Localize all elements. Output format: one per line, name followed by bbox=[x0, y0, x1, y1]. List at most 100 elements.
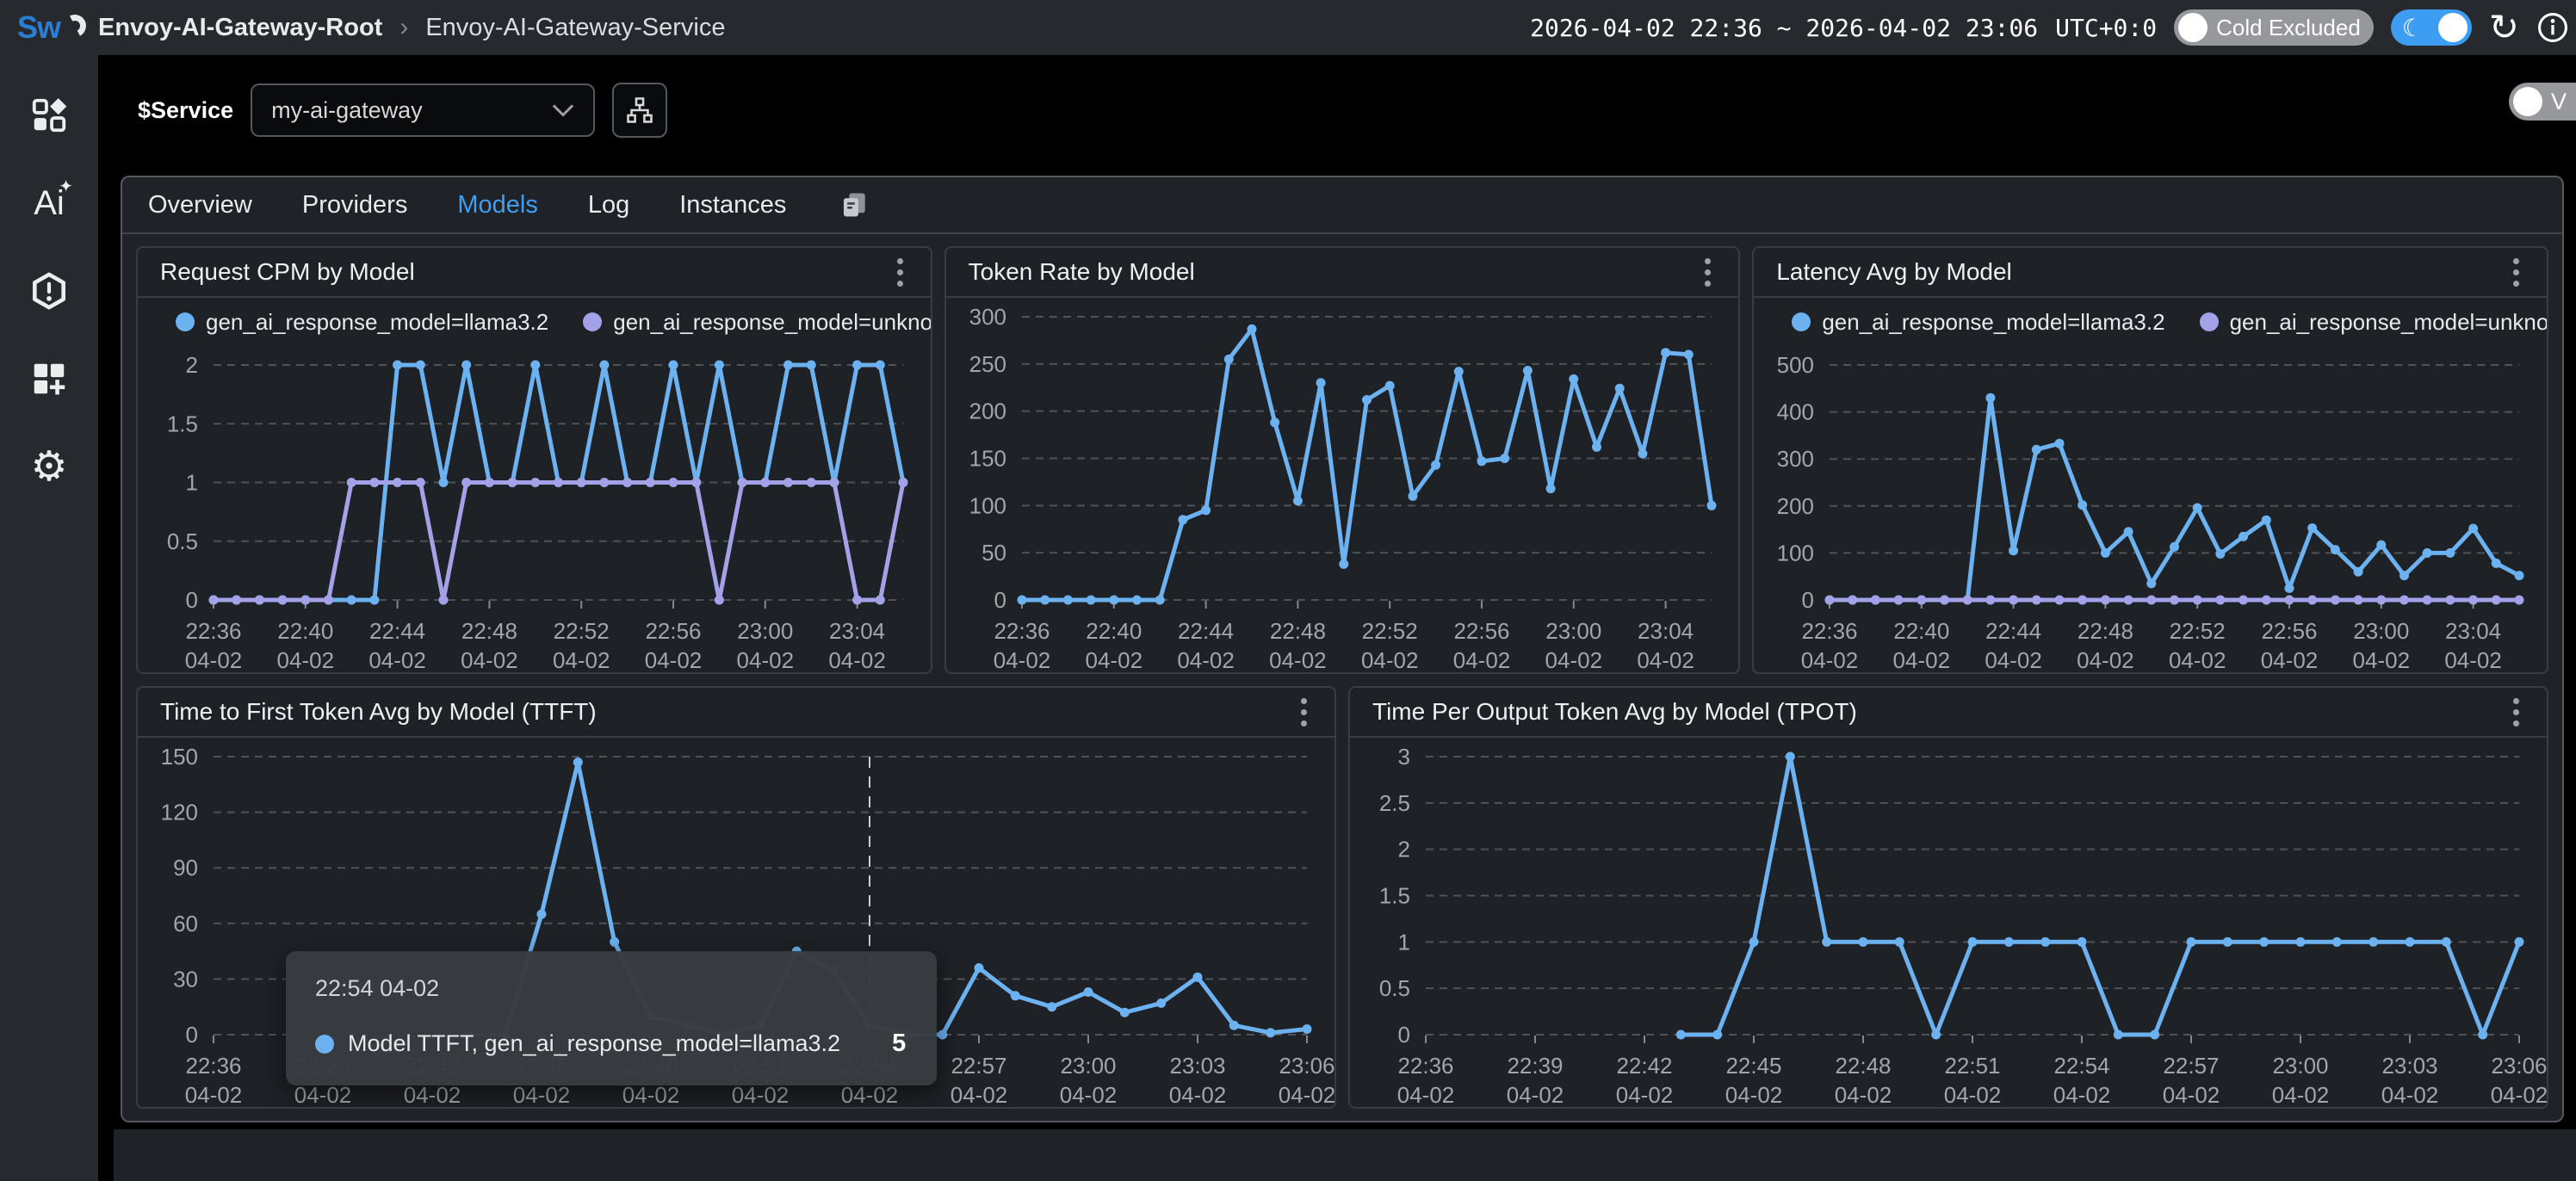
data-point bbox=[1316, 378, 1325, 387]
legend-item[interactable]: gen_ai_response_model=llama3.2 bbox=[176, 309, 548, 336]
data-point bbox=[1940, 596, 1949, 605]
token-rate-chart[interactable]: 05010015020025030022:3604-0222:4004-0222… bbox=[946, 298, 1739, 672]
svg-text:04-02: 04-02 bbox=[1725, 1082, 1783, 1107]
chart-tooltip: 22:54 04-02 Model TTFT, gen_ai_response_… bbox=[286, 951, 937, 1085]
tab-models[interactable]: Models bbox=[457, 191, 538, 220]
svg-text:04-02: 04-02 bbox=[2381, 1082, 2439, 1107]
data-point bbox=[1638, 449, 1647, 459]
tab-providers[interactable]: Providers bbox=[302, 191, 408, 220]
data-point bbox=[1683, 349, 1693, 359]
svg-text:22:44: 22:44 bbox=[1178, 618, 1234, 644]
view-toggle-label: V bbox=[2551, 89, 2567, 115]
svg-text:22:51: 22:51 bbox=[1944, 1053, 2000, 1079]
sidebar-item-ai[interactable]: Ai ✦ bbox=[28, 182, 70, 224]
svg-text:22:44: 22:44 bbox=[369, 618, 425, 644]
data-point bbox=[439, 596, 449, 605]
tab-bar: Overview Providers Models Log Instances bbox=[122, 177, 2562, 234]
data-point bbox=[1822, 937, 1831, 947]
data-point bbox=[2423, 548, 2432, 558]
svg-text:04-02: 04-02 bbox=[1835, 1082, 1892, 1107]
tab-overview[interactable]: Overview bbox=[148, 191, 252, 220]
kebab-menu-icon[interactable] bbox=[2508, 253, 2524, 292]
theme-toggle[interactable]: ☾ bbox=[2391, 9, 2472, 46]
timezone-label[interactable]: UTC+0:0 bbox=[2055, 14, 2157, 42]
sidebar-item-dashboards[interactable] bbox=[28, 95, 70, 136]
cold-excluded-toggle[interactable]: Cold Excluded bbox=[2174, 9, 2374, 46]
dashboard-panel: Overview Providers Models Log Instances Requ… bbox=[121, 176, 2564, 1122]
data-point bbox=[1040, 596, 1050, 605]
svg-text:3: 3 bbox=[1398, 744, 1410, 770]
svg-text:04-02: 04-02 bbox=[2053, 1082, 2111, 1107]
breadcrumb-root[interactable]: Envoy-AI-Gateway-Root bbox=[98, 14, 382, 42]
data-point bbox=[1569, 374, 1578, 384]
latency-avg-chart[interactable]: 010020030040050022:3604-0222:4004-0222:4… bbox=[1754, 346, 2547, 672]
data-point bbox=[1293, 496, 1303, 505]
kebab-menu-icon[interactable] bbox=[1700, 253, 1716, 292]
topology-button[interactable] bbox=[612, 83, 667, 138]
request-cpm-chart[interactable]: 00.511.5222:3604-0222:4004-0222:4404-022… bbox=[138, 346, 931, 672]
svg-text:2: 2 bbox=[186, 352, 198, 378]
svg-text:22:45: 22:45 bbox=[1725, 1053, 1781, 1079]
time-range-picker[interactable]: 2026-04-02 22:36 ~ 2026-04-02 23:06 bbox=[1530, 14, 2038, 42]
breadcrumb-current[interactable]: Envoy-AI-Gateway-Service bbox=[425, 14, 725, 42]
legend-item[interactable]: gen_ai_response_model=unknown bbox=[2200, 309, 2548, 336]
data-point bbox=[1477, 456, 1486, 466]
legend-item[interactable]: gen_ai_response_model=unknown bbox=[583, 309, 932, 336]
kebab-menu-icon[interactable] bbox=[1296, 693, 1312, 732]
kebab-menu-icon[interactable] bbox=[2508, 693, 2524, 732]
refresh-icon[interactable]: ↻ bbox=[2489, 10, 2519, 45]
alerts-icon bbox=[29, 271, 69, 311]
breadcrumb: Envoy-AI-Gateway-Root › Envoy-AI-Gateway… bbox=[98, 13, 725, 42]
svg-text:1: 1 bbox=[186, 470, 198, 496]
data-point bbox=[1968, 937, 1978, 947]
skywalking-logo[interactable]: Sw bbox=[0, 9, 98, 46]
legend-item[interactable]: gen_ai_response_model=llama3.2 bbox=[1792, 309, 2164, 336]
svg-text:0: 0 bbox=[994, 587, 1006, 613]
tpot-chart[interactable]: 00.511.522.5322:3604-0222:3904-0222:4204… bbox=[1350, 738, 2547, 1107]
main-content: $Service my-ai-gateway V OverviewProvide bbox=[98, 55, 2576, 1181]
svg-text:04-02: 04-02 bbox=[1177, 647, 1235, 672]
chevron-down-icon bbox=[552, 103, 574, 117]
data-point bbox=[852, 361, 862, 370]
svg-text:22:52: 22:52 bbox=[2170, 618, 2226, 644]
tab-log[interactable]: Log bbox=[588, 191, 629, 220]
svg-text:04-02: 04-02 bbox=[2169, 647, 2226, 672]
data-point bbox=[2101, 596, 2110, 605]
sidebar-item-alerts[interactable] bbox=[28, 270, 70, 312]
legend-dot-icon bbox=[583, 312, 602, 331]
data-point bbox=[2468, 524, 2478, 534]
svg-text:04-02: 04-02 bbox=[1269, 647, 1327, 672]
data-point bbox=[1749, 937, 1759, 947]
data-point bbox=[2216, 596, 2226, 605]
tab-instances[interactable]: Instances bbox=[679, 191, 786, 220]
chart-card-request-cpm: Request CPM by Model gen_ai_response_mod… bbox=[136, 246, 932, 674]
svg-text:22:57: 22:57 bbox=[951, 1053, 1006, 1079]
data-point bbox=[669, 478, 678, 487]
svg-text:22:52: 22:52 bbox=[1361, 618, 1417, 644]
data-point bbox=[2101, 548, 2110, 558]
view-toggle[interactable]: V bbox=[2509, 83, 2576, 121]
svg-text:23:03: 23:03 bbox=[1169, 1053, 1225, 1079]
sidebar-item-widgets[interactable] bbox=[28, 358, 70, 399]
chart-card-ttft: Time to First Token Avg by Model (TTFT) … bbox=[136, 686, 1336, 1109]
service-select[interactable]: my-ai-gateway bbox=[251, 83, 595, 137]
duplicate-dashboard-button[interactable] bbox=[839, 190, 869, 220]
tooltip-value: 5 bbox=[892, 1030, 906, 1058]
data-point bbox=[255, 596, 264, 605]
data-point bbox=[1011, 991, 1020, 1000]
data-point bbox=[2223, 937, 2232, 947]
data-point bbox=[1229, 1021, 1239, 1030]
sidebar-item-settings[interactable]: ⚙ bbox=[28, 446, 70, 487]
card-header: Time to First Token Avg by Model (TTFT) bbox=[138, 688, 1334, 738]
data-point bbox=[1894, 596, 1904, 605]
app-header: Sw Envoy-AI-Gateway-Root › Envoy-AI-Gate… bbox=[0, 0, 2576, 55]
card-header: Request CPM by Model bbox=[138, 248, 931, 298]
svg-text:04-02: 04-02 bbox=[1507, 1082, 1564, 1107]
svg-text:0.5: 0.5 bbox=[1379, 975, 1410, 1001]
kebab-menu-icon[interactable] bbox=[892, 253, 908, 292]
data-point bbox=[485, 478, 494, 487]
data-point bbox=[369, 596, 379, 605]
data-point bbox=[599, 361, 609, 370]
info-icon[interactable] bbox=[2536, 11, 2569, 44]
data-point bbox=[2009, 546, 2018, 555]
